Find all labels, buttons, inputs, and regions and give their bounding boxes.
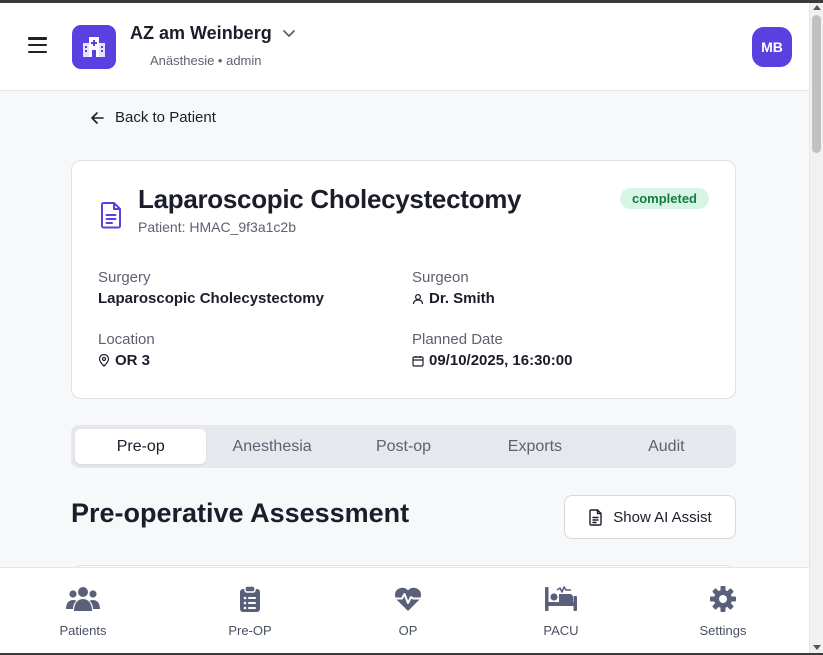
hospital-icon [83, 37, 105, 57]
tab-pre-op[interactable]: Pre-op [75, 429, 207, 464]
location-field: Location OR 3 [98, 331, 155, 369]
nav-item-pre-op[interactable]: Pre-OP [195, 568, 305, 653]
menu-icon[interactable] [28, 37, 47, 54]
nav-label-pacu: PACU [543, 623, 579, 638]
surgeon-label: Surgeon [412, 269, 469, 286]
nav-item-op[interactable]: OP [353, 568, 463, 653]
section-title: Pre-operative Assessment [71, 498, 410, 528]
surgery-title: Laparoscopic Cholecystectomy [138, 184, 522, 214]
show-ai-assist-button[interactable]: Show AI Assist [564, 495, 736, 539]
scroll-thumb[interactable] [812, 15, 821, 153]
ai-button-label: Show AI Assist [613, 508, 712, 526]
surgery-field: Surgery Laparoscopic Cholecystectomy [98, 269, 324, 307]
back-to-patient-link[interactable]: Back to Patient [90, 109, 216, 126]
arrow-left-icon [91, 111, 104, 124]
scroll-up-arrow-icon[interactable] [813, 5, 821, 10]
tab-post-op[interactable]: Post-op [338, 429, 469, 464]
page-scrollbar[interactable] [809, 3, 823, 653]
scroll-down-arrow-icon[interactable] [813, 645, 821, 650]
tab-anesthesia[interactable]: Anesthesia [206, 429, 337, 464]
bed-icon [545, 586, 577, 611]
bottom-nav: Patients Pre-OP OP PACU Settings [0, 567, 809, 653]
nav-label-settings: Settings [699, 623, 747, 638]
patient-id: Patient: HMAC_9f3a1c2b [138, 219, 296, 235]
location-value: OR 3 [115, 352, 151, 369]
surgeon-value: Dr. Smith [429, 290, 495, 307]
surgery-tabs: Pre-op Anesthesia Post-op Exports Audit [71, 425, 736, 468]
nav-label-patients: Patients [59, 623, 107, 638]
gear-icon [710, 586, 736, 612]
users-icon [66, 587, 100, 611]
nav-label-pre-op: Pre-OP [228, 623, 272, 638]
nav-label-op: OP [398, 623, 418, 638]
hospital-selector[interactable]: AZ am Weinberg [130, 23, 296, 44]
clipboard-icon [240, 585, 260, 612]
calendar-icon [412, 355, 424, 367]
planned-date-value: 09/10/2025, 16:30:00 [429, 352, 573, 369]
status-badge: completed [619, 188, 709, 209]
tab-audit[interactable]: Audit [601, 429, 732, 464]
hospital-name: AZ am Weinberg [130, 23, 272, 43]
chevron-down-icon [282, 29, 295, 37]
avatar[interactable]: MB [752, 27, 792, 67]
back-link-label: Back to Patient [115, 109, 216, 126]
document-icon [589, 508, 602, 526]
user-icon [412, 293, 424, 304]
location-label: Location [98, 331, 155, 348]
map-pin-icon [98, 354, 110, 367]
hospital-logo [72, 25, 116, 69]
surgery-label: Surgery [98, 269, 151, 286]
document-icon [101, 202, 121, 229]
nav-item-pacu[interactable]: PACU [506, 568, 616, 653]
planned-date-label: Planned Date [412, 331, 503, 348]
nav-item-patients[interactable]: Patients [28, 568, 138, 653]
app-viewport: AZ am Weinberg Anästhesie • admin MB Bac… [0, 3, 823, 653]
top-bar: AZ am Weinberg Anästhesie • admin MB [0, 3, 809, 91]
tab-exports[interactable]: Exports [469, 429, 600, 464]
surgery-card: Laparoscopic Cholecystectomy Patient: HM… [71, 160, 736, 399]
heartbeat-icon [393, 587, 423, 611]
planned-date-field: Planned Date 09/10/2025, 16:30:00 [412, 331, 572, 369]
nav-item-settings[interactable]: Settings [668, 568, 778, 653]
surgeon-field: Surgeon Dr. Smith [412, 269, 495, 307]
unit-role-subtitle: Anästhesie • admin [150, 53, 262, 68]
surgery-value: Laparoscopic Cholecystectomy [98, 290, 324, 307]
